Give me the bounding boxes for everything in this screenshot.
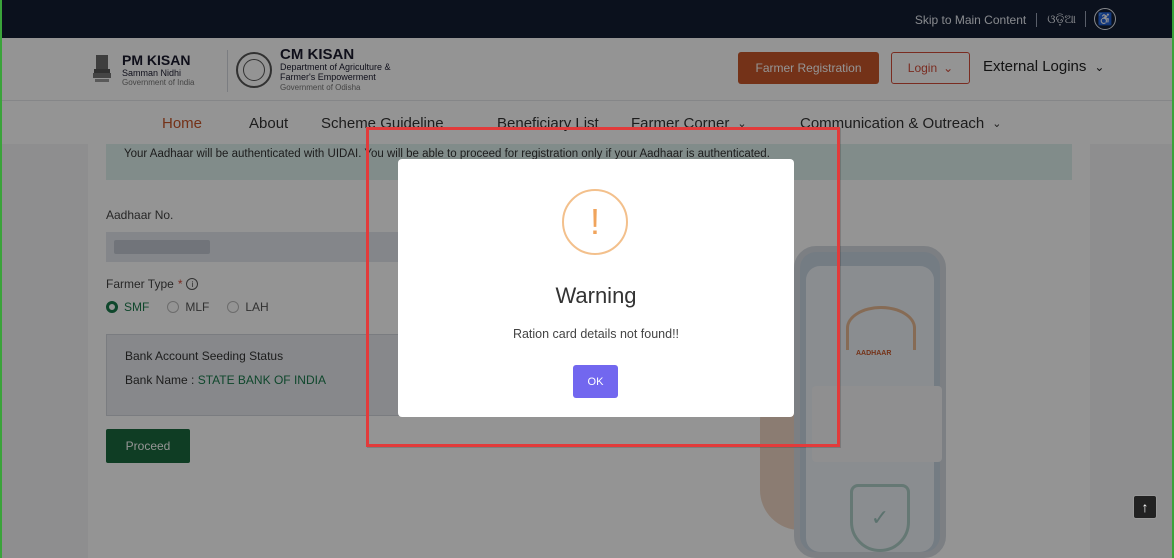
- annotation-highlight-box: [366, 127, 840, 447]
- window-edge: [0, 0, 2, 558]
- arrow-up-icon: ↑: [1141, 499, 1149, 515]
- scroll-to-top-button[interactable]: ↑: [1133, 495, 1157, 519]
